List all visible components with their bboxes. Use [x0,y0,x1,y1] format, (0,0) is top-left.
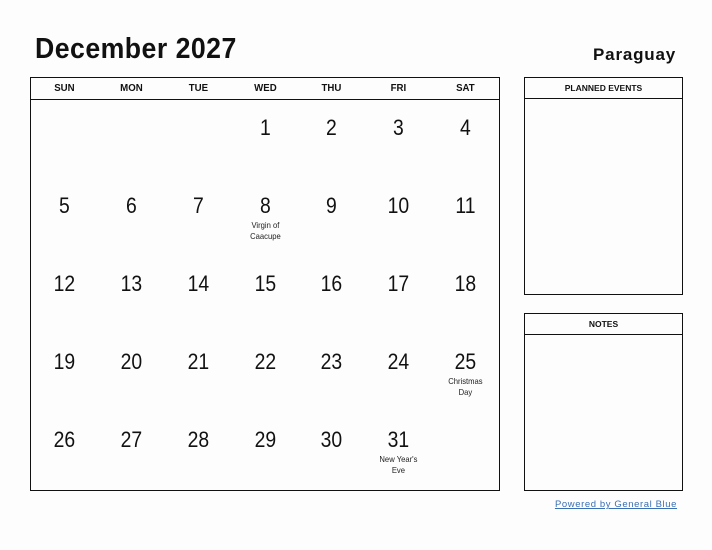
day-cell: 16 [298,256,365,334]
day-cell: 15 [232,256,299,334]
day-number: 24 [387,349,410,374]
day-cell: 9 [298,178,365,256]
day-number: 5 [59,193,70,218]
day-number: 26 [53,427,76,452]
day-cell: 25 Christmas Day [432,334,499,412]
day-number: 29 [254,427,276,452]
day-number: 16 [321,271,343,296]
powered-by-link[interactable]: Powered by General Blue [555,499,677,510]
day-cell: 31 New Year's Eve [365,412,432,490]
day-number: 20 [120,349,143,374]
calendar-grid: SUN MON TUE WED THU FRI SAT 1 2 3 4 5 6 7 8 Virg… [30,77,500,491]
planned-events-panel: PLANNED EVENTS [524,77,683,295]
day-number: 21 [187,349,209,374]
day-number: 31 [387,427,410,452]
day-cell: 19 [31,334,98,412]
day-number: 22 [254,349,276,374]
weekday-thu: THU [321,82,342,94]
day-cell: 20 [98,334,165,412]
weekday-sat: SAT [456,82,475,94]
day-number: 11 [455,193,476,218]
day-number: 4 [460,115,471,140]
day-cell: 18 [432,256,499,334]
day-cell [98,100,165,178]
weekday-sun: SUN [54,82,75,94]
weekday-mon: MON [119,82,143,94]
day-number: 2 [326,115,338,140]
holiday-label: New Year's Eve [379,454,418,475]
day-number: 25 [454,349,477,374]
day-cell: 22 [232,334,299,412]
calendar-body: 1 2 3 4 5 6 7 8 Virgin of Caacupe 9 10 11 12 13 14 15 16… [31,100,499,490]
day-cell: 11 [432,178,499,256]
day-number: 28 [187,427,209,452]
weekday-tue: TUE [188,82,208,94]
day-cell [432,412,499,490]
day-number: 7 [192,193,204,218]
notes-panel: NOTES [524,313,683,491]
weekday-header: SUN MON TUE WED THU FRI SAT [31,78,499,100]
day-cell: 29 [232,412,299,490]
day-cell: 1 [232,100,299,178]
day-cell: 5 [31,178,98,256]
day-cell: 27 [98,412,165,490]
holiday-label: Virgin of Caacupe [249,220,281,241]
day-number: 17 [387,271,410,296]
day-cell: 23 [298,334,365,412]
day-cell: 7 [165,178,232,256]
day-cell: 21 [165,334,232,412]
day-number: 23 [321,349,343,374]
day-cell: 2 [298,100,365,178]
notes-heading: NOTES [525,314,682,335]
day-number: 27 [120,427,143,452]
day-number: 19 [53,349,76,374]
day-cell [165,100,232,178]
day-cell: 10 [365,178,432,256]
day-number: 15 [254,271,276,296]
day-cell: 8 Virgin of Caacupe [232,178,299,256]
day-number: 13 [120,271,143,296]
day-number: 12 [53,271,76,296]
day-number: 6 [125,193,137,218]
day-cell: 30 [298,412,365,490]
day-cell: 4 [432,100,499,178]
day-number: 14 [187,271,209,296]
weekday-wed: WED [253,82,277,94]
day-number: 8 [259,193,271,218]
holiday-label: Christmas Day [448,376,483,397]
day-number: 3 [393,115,405,140]
page-title: December 2027 [35,33,237,65]
day-cell: 28 [165,412,232,490]
day-number: 9 [326,193,338,218]
day-cell: 26 [31,412,98,490]
day-cell: 12 [31,256,98,334]
day-number: 30 [321,427,343,452]
day-cell: 24 [365,334,432,412]
day-cell: 3 [365,100,432,178]
day-number: 10 [387,193,410,218]
day-number: 1 [259,115,271,140]
day-cell [31,100,98,178]
day-cell: 13 [98,256,165,334]
day-cell: 17 [365,256,432,334]
day-cell: 6 [98,178,165,256]
country-label: Paraguay [593,45,676,64]
weekday-fri: FRI [390,82,407,94]
day-cell: 14 [165,256,232,334]
planned-events-heading: PLANNED EVENTS [525,78,682,99]
day-number: 18 [454,271,477,296]
